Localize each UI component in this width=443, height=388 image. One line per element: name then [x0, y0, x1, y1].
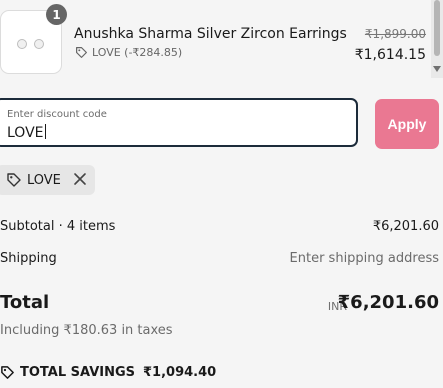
tag-icon [7, 173, 21, 187]
discount-code-text: LOVE [7, 125, 44, 141]
total-savings-value: ₹1,094.40 [143, 365, 217, 380]
subtotal-value: ₹6,201.60 [372, 219, 439, 234]
total-value: ₹6,201.60 [337, 292, 439, 313]
total-savings-label: TOTAL SAVINGS [20, 365, 136, 380]
tag-icon [76, 47, 87, 58]
discount-code-value[interactable]: LOVE [7, 124, 46, 141]
total-label: Total [0, 292, 50, 313]
earring-left-image [17, 39, 27, 49]
applied-discount-code: LOVE [27, 172, 61, 188]
tax-note: Including ₹180.63 in taxes [0, 323, 173, 338]
subtotal-label: Subtotal · 4 items [0, 219, 116, 234]
shipping-value: Enter shipping address [289, 251, 439, 266]
scrollbar-thumb[interactable] [434, 0, 440, 56]
applied-discount-chip: LOVE [0, 165, 95, 195]
earring-right-image [34, 39, 44, 49]
product-title: Anushka Sharma Silver Zircon Earrings [74, 26, 347, 42]
discount-code-input[interactable] [0, 98, 358, 147]
close-icon[interactable] [73, 172, 87, 186]
text-caret [44, 124, 46, 139]
product-discount-label: LOVE (-₹284.85) [92, 46, 183, 59]
total-savings: TOTAL SAVINGS ₹1,094.40 [0, 365, 216, 380]
quantity-badge: 1 [46, 4, 67, 25]
current-price: ₹1,614.15 [354, 47, 426, 63]
scroll-down-arrow-icon[interactable] [433, 66, 441, 72]
shipping-label: Shipping [0, 251, 57, 266]
product-discount: LOVE (-₹284.85) [75, 46, 182, 59]
original-price: ₹1,899.00 [364, 27, 426, 41]
discount-code-label: Enter discount code [7, 109, 107, 120]
apply-button[interactable]: Apply [375, 99, 439, 149]
savings-tag-icon [1, 366, 14, 379]
